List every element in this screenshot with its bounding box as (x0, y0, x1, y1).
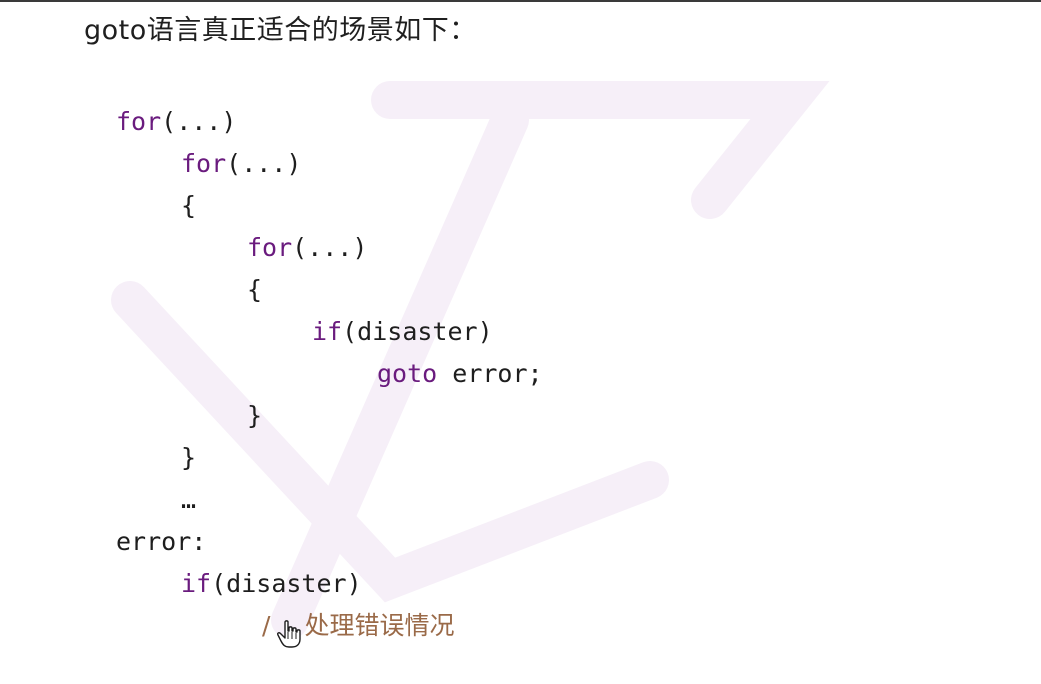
code-text: (...) (226, 149, 302, 178)
code-line-12: if(disaster) (181, 566, 362, 602)
code-line-6: if(disaster) (312, 314, 493, 350)
code-line-10: … (181, 485, 197, 514)
keyword-for: for (116, 107, 162, 136)
code-line-9: } (181, 443, 197, 472)
code-text: (...) (292, 233, 368, 262)
code-line-7: goto error; (377, 356, 543, 392)
keyword-for: for (181, 149, 227, 178)
code-line-5: { (247, 275, 263, 304)
code-text: (disaster) (211, 569, 362, 598)
top-border-rule (0, 0, 1041, 2)
keyword-goto: goto (377, 359, 438, 388)
hand-pointer-icon (277, 620, 301, 648)
keyword-if: if (181, 569, 212, 598)
code-line-2: for(...) (181, 146, 301, 182)
keyword-if: if (312, 317, 343, 346)
code-line-8: } (247, 401, 263, 430)
code-line-11: error: (116, 527, 207, 556)
code-text: (disaster) (342, 317, 493, 346)
code-text: error; (437, 359, 543, 388)
keyword-for: for (247, 233, 293, 262)
code-line-4: for(...) (247, 230, 367, 266)
code-line-3: { (181, 191, 197, 220)
code-comment: 处理错误情况 (304, 611, 455, 640)
code-line-1: for(...) (116, 104, 236, 140)
code-text: (...) (161, 107, 237, 136)
section-heading: goto语言真正适合的场景如下： (84, 15, 477, 46)
comment-slash: / (262, 611, 271, 640)
